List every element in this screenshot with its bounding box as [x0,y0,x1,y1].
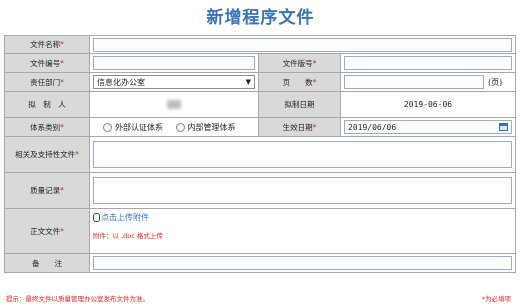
row-file-no: 文件编号* 文件版号* [4,53,516,73]
external-system-label: 外部认证体系 [115,122,163,132]
upload-hint: 附件：以 .doc 格式上传 [93,232,163,240]
effective-date-input[interactable]: 2019/06/06 [344,120,512,134]
drafter-name-redacted [167,100,181,109]
main-doc-label: 正文文件* [4,208,90,254]
internal-system-label: 内部管理体系 [187,122,236,132]
footer-note: 提示：最终文件以质量管理办公室发布文件为准。 [6,295,149,303]
related-docs-label: 相关及支持性文件* [4,136,90,173]
draft-date-label: 拟制日期 [258,91,341,118]
page-title: 新增程序文件 [206,8,315,28]
internal-system-radio[interactable] [175,122,185,132]
system-type-label: 体系类别* [4,117,90,137]
remark-label: 备 注 [4,253,90,273]
version-no-input[interactable] [344,56,512,70]
row-system-type: 体系类别* 外部认证体系 内部管理体系 生效日期* 2019/06/06 [4,117,516,137]
row-drafter: 拟 制 人 拟制日期 2019-06-06 [4,91,516,118]
external-system-radio[interactable] [103,122,112,132]
upload-attachment-link[interactable]: 点击上传附件 [93,212,512,223]
row-remark: 备 注 [4,253,516,273]
row-related-docs: 相关及支持性文件* [4,136,516,173]
row-main-doc: 正文文件* 点击上传附件 附件：以 .doc 格式上传 [4,208,516,254]
file-no-input[interactable] [93,56,255,70]
pages-unit: (页) [488,77,503,87]
version-no-label: 文件版号* [258,53,341,73]
new-document-form: 文件名称* 文件编号* 文件版号* 责任部门* 信息化办公室 ▼ 页 数* (页… [4,35,516,273]
row-dept: 责任部门* 信息化办公室 ▼ 页 数* (页) [4,72,516,92]
file-no-label: 文件编号* [4,53,90,73]
row-file-name: 文件名称* [4,35,516,54]
drafter-label: 拟 制 人 [4,91,90,118]
paperclip-icon [93,213,100,222]
row-quality-records: 质量记录* [4,172,516,209]
draft-date-value: 2019-06-06 [340,91,516,118]
pages-input[interactable] [344,75,484,89]
related-docs-textarea[interactable] [93,141,512,168]
effective-date-value: 2019/06/06 [348,122,397,132]
file-name-input[interactable] [93,37,512,52]
dept-select[interactable]: 信息化办公室 ▼ [93,75,255,89]
calendar-icon[interactable] [499,123,508,131]
dept-label: 责任部门* [4,72,90,92]
dropdown-arrow-icon: ▼ [245,78,251,86]
remark-input[interactable] [93,256,512,270]
quality-records-textarea[interactable] [93,177,512,204]
quality-records-label: 质量记录* [4,172,90,209]
upload-attachment-text: 点击上传附件 [101,213,149,222]
pages-label: 页 数* [258,72,341,92]
file-name-label: 文件名称* [4,35,90,54]
dept-selected-value: 信息化办公室 [97,77,145,87]
required-note: *为必填项 [481,295,511,303]
effective-date-label: 生效日期* [258,117,341,137]
